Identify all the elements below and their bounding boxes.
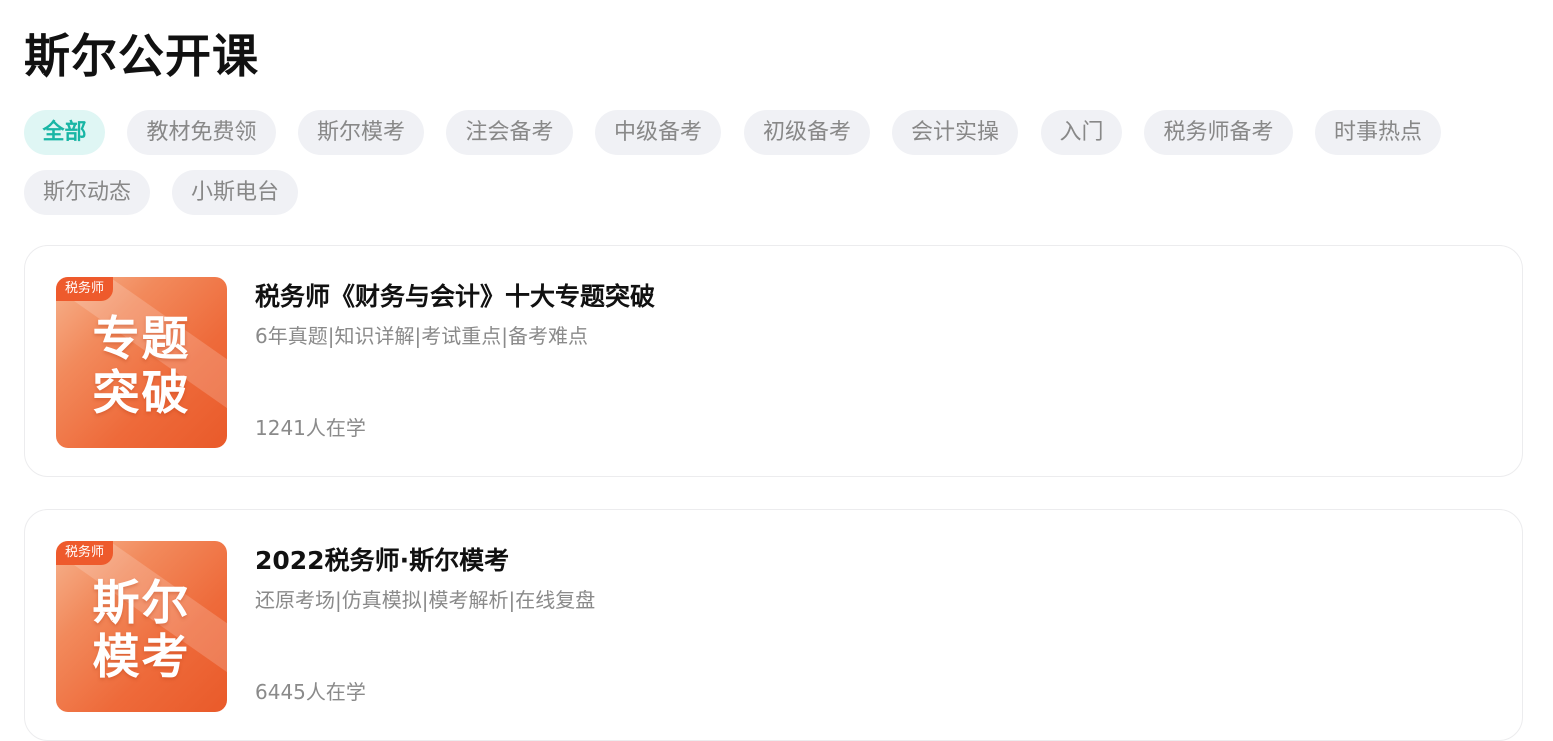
thumbnail-text-line2: 突破 [92, 366, 191, 421]
tag-all[interactable]: 全部 [24, 110, 105, 155]
course-subtitle: 还原考场|仿真模拟|模考解析|在线复盘 [255, 588, 596, 612]
course-subtitle: 6年真题|知识详解|考试重点|备考难点 [255, 324, 588, 348]
page-title: 斯尔公开课 [24, 29, 259, 83]
course-thumbnail: 税务师 斯尔 模考 [56, 541, 227, 712]
thumbnail-text-line1: 专题 [92, 312, 191, 367]
thumbnail-text-line2: 模考 [92, 630, 191, 685]
tag-current-affairs[interactable]: 时事热点 [1315, 110, 1441, 155]
tag-mock-exam[interactable]: 斯尔模考 [298, 110, 424, 155]
tag-radio[interactable]: 小斯电台 [172, 170, 298, 215]
thumbnail-text: 专题 突破 [56, 313, 227, 421]
thumbnail-tag: 税务师 [56, 541, 114, 565]
course-title[interactable]: 2022税务师·斯尔模考 [255, 544, 509, 578]
tag-beginner[interactable]: 入门 [1041, 110, 1122, 155]
tag-accounting-practice[interactable]: 会计实操 [892, 110, 1018, 155]
thumbnail-text-line1: 斯尔 [92, 576, 191, 631]
tag-junior-prep[interactable]: 初级备考 [744, 110, 870, 155]
tag-intermediate-prep[interactable]: 中级备考 [595, 110, 721, 155]
learner-count: 6445人在学 [255, 680, 366, 704]
tag-cpa-prep[interactable]: 注会备考 [446, 110, 573, 155]
tag-free-textbook[interactable]: 教材免费领 [127, 110, 276, 155]
course-thumbnail: 税务师 专题 突破 [56, 277, 227, 448]
course-card[interactable]: 税务师 专题 突破 税务师《财务与会计》十大专题突破 6年真题|知识详解|考试重… [24, 245, 1523, 477]
tag-tax-agent-prep[interactable]: 税务师备考 [1144, 110, 1293, 155]
course-title[interactable]: 税务师《财务与会计》十大专题突破 [255, 280, 655, 314]
course-card[interactable]: 税务师 斯尔 模考 2022税务师·斯尔模考 还原考场|仿真模拟|模考解析|在线… [24, 509, 1523, 741]
tag-news[interactable]: 斯尔动态 [24, 170, 150, 215]
learner-count: 1241人在学 [255, 416, 366, 440]
thumbnail-text: 斯尔 模考 [56, 577, 227, 685]
thumbnail-tag: 税务师 [56, 277, 114, 301]
